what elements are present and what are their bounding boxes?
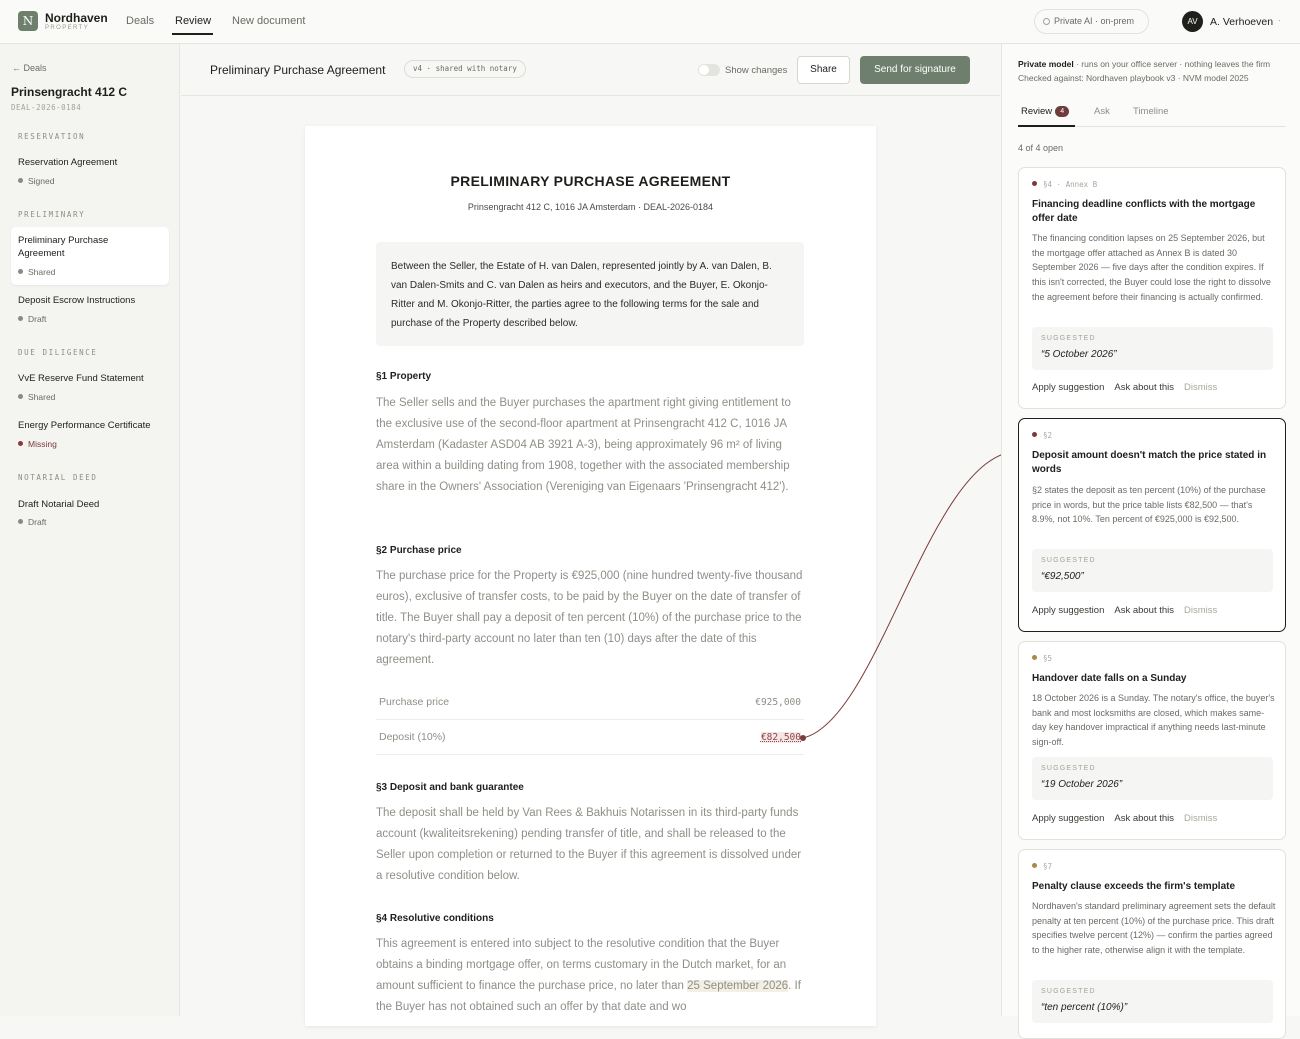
tab-active-indicator (1018, 125, 1075, 127)
tab-review[interactable]: Review 4 (1021, 106, 1070, 117)
issue-title: Financing deadline conflicts with the mo… (1032, 199, 1256, 224)
dismiss-button[interactable]: Dismiss (1184, 382, 1217, 393)
issue-card[interactable]: §5 Handover date falls on a Sunday 18 Oc… (1018, 641, 1286, 840)
suggestion-box: SUGGESTED “19 October 2026” (1032, 757, 1273, 800)
severity-dot-icon (1032, 863, 1037, 868)
issue-card[interactable]: §4 · Annex B Financing deadline conflict… (1018, 167, 1286, 409)
issue-body: 18 October 2026 is a Sunday. The notary'… (1032, 693, 1275, 748)
suggested-value: “19 October 2026” (1041, 779, 1123, 790)
severity-dot-icon (1032, 181, 1037, 186)
issue-card[interactable]: §7 Penalty clause exceeds the firm's tem… (1018, 849, 1286, 1039)
suggested-label: SUGGESTED (1041, 988, 1096, 995)
issue-actions: Apply suggestion Ask about this Dismiss (1032, 813, 1227, 824)
ask-about-this-button[interactable]: Ask about this (1114, 605, 1174, 616)
suggested-label: SUGGESTED (1041, 765, 1096, 772)
dismiss-button[interactable]: Dismiss (1184, 605, 1217, 616)
issue-section: §5 (1043, 654, 1053, 663)
issue-actions: Apply suggestion Ask about this Dismiss (1032, 605, 1227, 616)
issue-section: §4 · Annex B (1043, 180, 1098, 189)
issue-title: Deposit amount doesn't match the price s… (1032, 450, 1267, 475)
issue-meta: §5 (1032, 654, 1052, 663)
model-info-bold: Private model (1018, 59, 1074, 69)
issue-title: Penalty clause exceeds the firm's templa… (1032, 881, 1236, 892)
issue-section: §2 (1043, 431, 1053, 440)
suggestion-box: SUGGESTED “5 October 2026” (1032, 327, 1273, 370)
apply-suggestion-button[interactable]: Apply suggestion (1032, 813, 1104, 824)
suggested-value: “€92,500” (1041, 571, 1084, 582)
issue-meta: §2 (1032, 431, 1052, 440)
model-info-rest: · runs on your office server · nothing l… (1073, 59, 1271, 69)
issue-actions: Apply suggestion Ask about this Dismiss (1032, 382, 1227, 393)
apply-suggestion-button[interactable]: Apply suggestion (1032, 382, 1104, 393)
issue-card-selected[interactable]: §2 Deposit amount doesn't match the pric… (1018, 418, 1286, 632)
severity-dot-icon (1032, 432, 1037, 437)
issue-section: §7 (1043, 862, 1053, 871)
suggested-value: “5 October 2026” (1041, 349, 1117, 360)
ask-about-this-button[interactable]: Ask about this (1114, 813, 1174, 824)
checked-against: Checked against: Nordhaven playbook v3 ·… (1018, 73, 1249, 83)
tab-ask[interactable]: Ask (1094, 106, 1110, 117)
issue-body: §2 states the deposit as ten percent (10… (1032, 485, 1266, 525)
open-count: 4 of 4 open (1018, 143, 1064, 153)
suggested-label: SUGGESTED (1041, 335, 1096, 342)
ask-about-this-button[interactable]: Ask about this (1114, 382, 1174, 393)
issue-title: Handover date falls on a Sunday (1032, 673, 1187, 684)
suggestion-box: SUGGESTED “ten percent (10%)” (1032, 980, 1273, 1023)
tab-review-label: Review (1021, 106, 1053, 117)
tab-timeline[interactable]: Timeline (1133, 106, 1169, 117)
issue-body: The financing condition lapses on 25 Sep… (1032, 233, 1271, 302)
issue-meta: §4 · Annex B (1032, 180, 1097, 189)
apply-suggestion-button[interactable]: Apply suggestion (1032, 605, 1104, 616)
open-issues-badge: 4 (1055, 106, 1070, 117)
suggested-value: “ten percent (10%)” (1041, 1002, 1128, 1013)
issue-anchor-dot (800, 735, 806, 741)
issue-meta: §7 (1032, 862, 1052, 871)
suggested-label: SUGGESTED (1041, 557, 1096, 564)
suggestion-box: SUGGESTED “€92,500” (1032, 549, 1273, 592)
issue-body: Nordhaven's standard preliminary agreeme… (1032, 901, 1276, 956)
severity-dot-icon (1032, 655, 1037, 660)
review-panel: Private model · runs on your office serv… (1001, 44, 1300, 1039)
dismiss-button[interactable]: Dismiss (1184, 813, 1217, 824)
model-info: Private model · runs on your office serv… (1018, 59, 1270, 69)
